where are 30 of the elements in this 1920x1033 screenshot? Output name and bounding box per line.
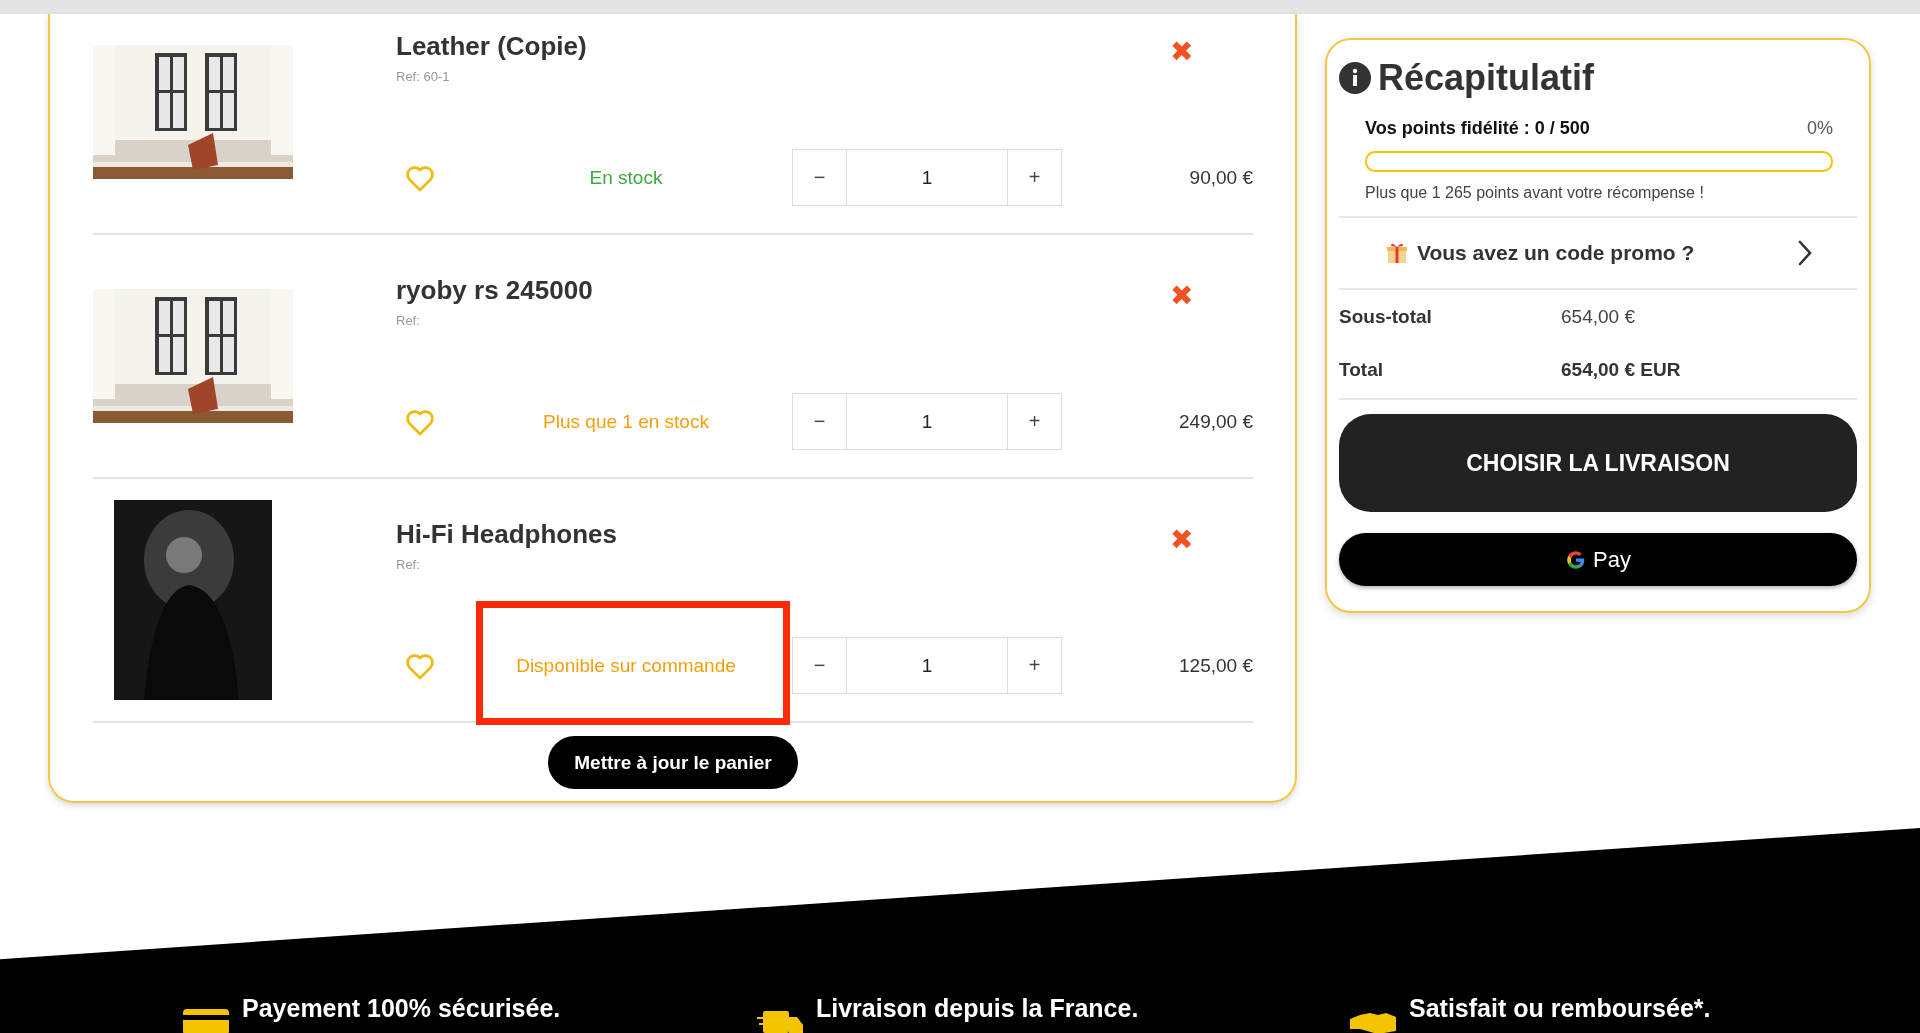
chevron-right-icon[interactable] [1797, 239, 1813, 267]
product-ref: Ref: [396, 313, 421, 328]
subtotal-label: Sous-total [1339, 305, 1433, 328]
total-label: Total [1339, 358, 1384, 381]
update-cart-button[interactable]: Mettre à jour le panier [548, 736, 798, 789]
feature-text: Satisfait ou remboursée*. [1409, 993, 1711, 1023]
product-name[interactable]: Leather (Copie) [396, 31, 1170, 61]
item-price: 249,00 € [1179, 410, 1253, 433]
item-price: 90,00 € [1189, 166, 1253, 189]
product-ref: Ref: 60-1 [396, 69, 451, 84]
loyalty-points-label: Vos points fidélité : 0 / 500 [1365, 118, 1590, 139]
stock-status: En stock [589, 166, 663, 188]
checkout-button[interactable]: CHOISIR LA LIVRAISON [1339, 414, 1857, 512]
feature-text: Livraison depuis la France. [816, 993, 1139, 1023]
gift-icon [1385, 241, 1409, 265]
product-name[interactable]: ryoby rs 245000 [396, 275, 1170, 305]
product-name[interactable]: Hi-Fi Headphones [396, 519, 1170, 549]
google-pay-button[interactable]: Pay [1339, 533, 1857, 586]
loyalty-note: Plus que 1 265 points avant votre récompense ! [1365, 184, 1705, 202]
stock-status: Plus que 1 en stock [543, 410, 709, 432]
item-price: 125,00 € [1179, 654, 1253, 677]
total-value: 654,00 € EUR [1561, 358, 1681, 381]
product-ref: Ref: [396, 557, 421, 572]
stock-status: Disponible sur commande [516, 654, 736, 676]
feature-text: Payement 100% sécurisée. [242, 993, 561, 1023]
loyalty-percent: 0% [1807, 118, 1833, 139]
promo-code-link[interactable]: Vous avez un code promo ? [1417, 241, 1797, 265]
summary-title: Récapitulatif [1378, 57, 1595, 99]
subtotal-value: 654,00 € [1561, 305, 1635, 328]
info-icon [1339, 62, 1371, 94]
